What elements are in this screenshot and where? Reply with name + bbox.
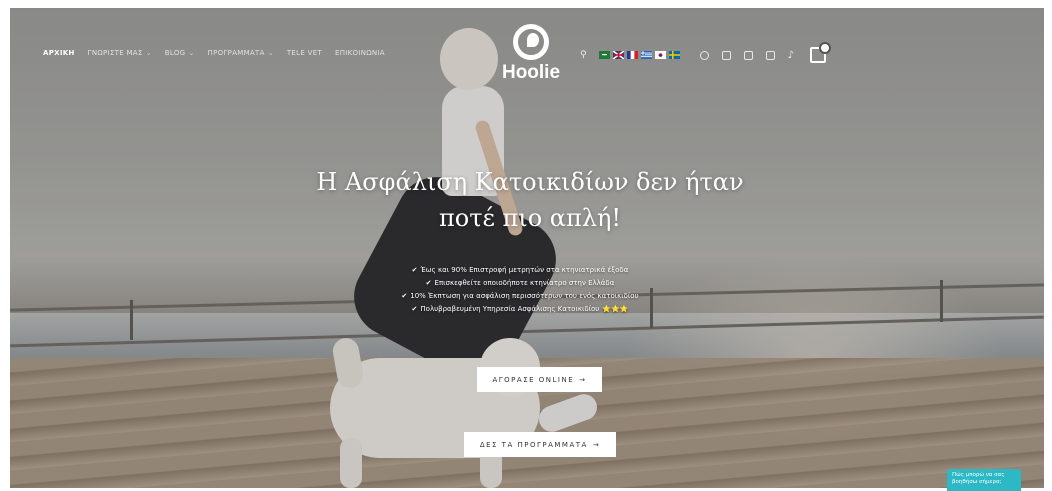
nav-item-contact[interactable]: ΕΠΙΚΟΙΝΩΝΙΑ	[335, 49, 385, 57]
nav-item-programs[interactable]: ΠΡΟΓΡΑΜΜΑΤΑ ⌄	[208, 49, 274, 57]
flag-greece-icon[interactable]	[640, 51, 652, 59]
benefit-text: Πολυβραβευμένη Υπηρεσία Ασφάλισης Κατοικ…	[420, 305, 600, 313]
chevron-down-icon: ⌄	[188, 49, 195, 57]
benefit-item: ✔ Έως και 90% Επιστροφή μετρητών στα κτην…	[320, 264, 720, 277]
main-nav: ΑΡΧΙΚΗ ΓΝΩΡΙΣΤΕ ΜΑΣ ⌄ BLOG ⌄ ΠΡΟΓΡΑΜΜΑΤΑ ⌄ …	[43, 49, 385, 57]
benefit-text: 10% Έκπτωση για ασφάλιση περισσότερων το…	[410, 292, 639, 300]
flag-uk-icon[interactable]	[612, 51, 624, 59]
nav-item-label: BLOG	[164, 49, 186, 57]
chat-widget-text: Πώς μπορώ να σας βοηθήσω σήμερα;	[952, 472, 1005, 485]
hero-title: Η Ασφάλιση Κατοικιδίων δεν ήταν ποτέ πιο…	[300, 164, 760, 236]
flag-sweden-icon[interactable]	[668, 51, 680, 59]
chevron-down-icon: ⌄	[267, 49, 274, 57]
instagram-icon[interactable]	[721, 50, 731, 60]
star-rating: ⭐⭐⭐	[602, 305, 629, 313]
nav-item-home[interactable]: ΑΡΧΙΚΗ	[43, 49, 75, 57]
brand-logo[interactable]: Hoolie	[496, 24, 566, 84]
benefit-item: ✔ 10% Έκπτωση για ασφάλιση περισσότερων τ…	[320, 290, 720, 303]
view-programs-button[interactable]: ΔΕΣ ΤΑ ΠΡΟΓΡΑΜΜΑΤΑ →	[464, 432, 616, 457]
benefits-list: ✔ Έως και 90% Επιστροφή μετρητών στα κτην…	[320, 264, 720, 316]
chat-widget[interactable]: Πώς μπορώ να σας βοηθήσω σήμερα;	[947, 469, 1021, 491]
cart-badge	[818, 42, 831, 54]
check-icon: ✔	[425, 279, 432, 287]
flag-france-icon[interactable]	[626, 51, 638, 59]
nav-item-label: TELE VET	[286, 49, 322, 57]
nav-item-televet[interactable]: TELE VET	[287, 49, 322, 57]
tiktok-icon[interactable]: ♪	[788, 50, 794, 61]
buy-online-button[interactable]: ΑΓΟΡΑΣΕ ONLINE →	[477, 367, 602, 392]
facebook-icon[interactable]	[699, 50, 709, 60]
flag-korea-icon[interactable]	[654, 51, 666, 59]
nav-item-blog[interactable]: BLOG ⌄	[165, 49, 195, 57]
arrow-right-icon: →	[592, 440, 601, 449]
language-flags	[598, 51, 680, 59]
buy-online-label: ΑΓΟΡΑΣΕ ONLINE	[492, 375, 575, 384]
header-right-bar: ⚲ ♪	[580, 42, 831, 63]
youtube-icon[interactable]	[765, 50, 775, 60]
benefit-text: Έως και 90% Επιστροφή μετρητών στα κτηνι…	[420, 266, 629, 274]
check-icon: ✔	[411, 266, 418, 274]
benefit-item: ✔ Επισκεφθείτε οποιοδήποτε κτηνίατρο στην…	[320, 277, 720, 290]
chevron-down-icon: ⌄	[145, 49, 152, 57]
nav-item-about[interactable]: ΓΝΩΡΙΣΤΕ ΜΑΣ ⌄	[88, 49, 152, 57]
benefit-item: ✔ Πολυβραβευμένη Υπηρεσία Ασφάλισης Κατοι…	[320, 303, 720, 316]
brand-name: Hoolie	[501, 62, 561, 83]
nav-item-label: ΓΝΩΡΙΣΤΕ ΜΑΣ	[87, 49, 143, 57]
nav-item-label: ΕΠΙΚΟΙΝΩΝΙΑ	[335, 49, 385, 57]
paw-logo-icon	[513, 24, 549, 60]
benefit-text: Επισκεφθείτε οποιοδήποτε κτηνίατρο στην …	[434, 279, 615, 287]
linkedin-icon[interactable]	[743, 50, 753, 60]
hero-title-line2: ποτέ πιο απλή!	[438, 204, 622, 232]
arrow-right-icon: →	[579, 375, 587, 384]
check-icon: ✔	[401, 292, 408, 300]
flag-saudi-icon[interactable]	[598, 51, 610, 59]
social-links: ♪	[699, 50, 794, 61]
hero-title-line1: Η Ασφάλιση Κατοικιδίων δεν ήταν	[316, 168, 744, 196]
nav-item-label: ΑΡΧΙΚΗ	[43, 49, 75, 57]
cart-icon[interactable]	[809, 42, 831, 63]
nav-item-label: ΠΡΟΓΡΑΜΜΑΤΑ	[207, 49, 265, 57]
view-programs-label: ΔΕΣ ΤΑ ΠΡΟΓΡΑΜΜΑΤΑ	[479, 440, 588, 449]
search-icon[interactable]: ⚲	[580, 50, 587, 60]
check-icon: ✔	[411, 305, 418, 313]
